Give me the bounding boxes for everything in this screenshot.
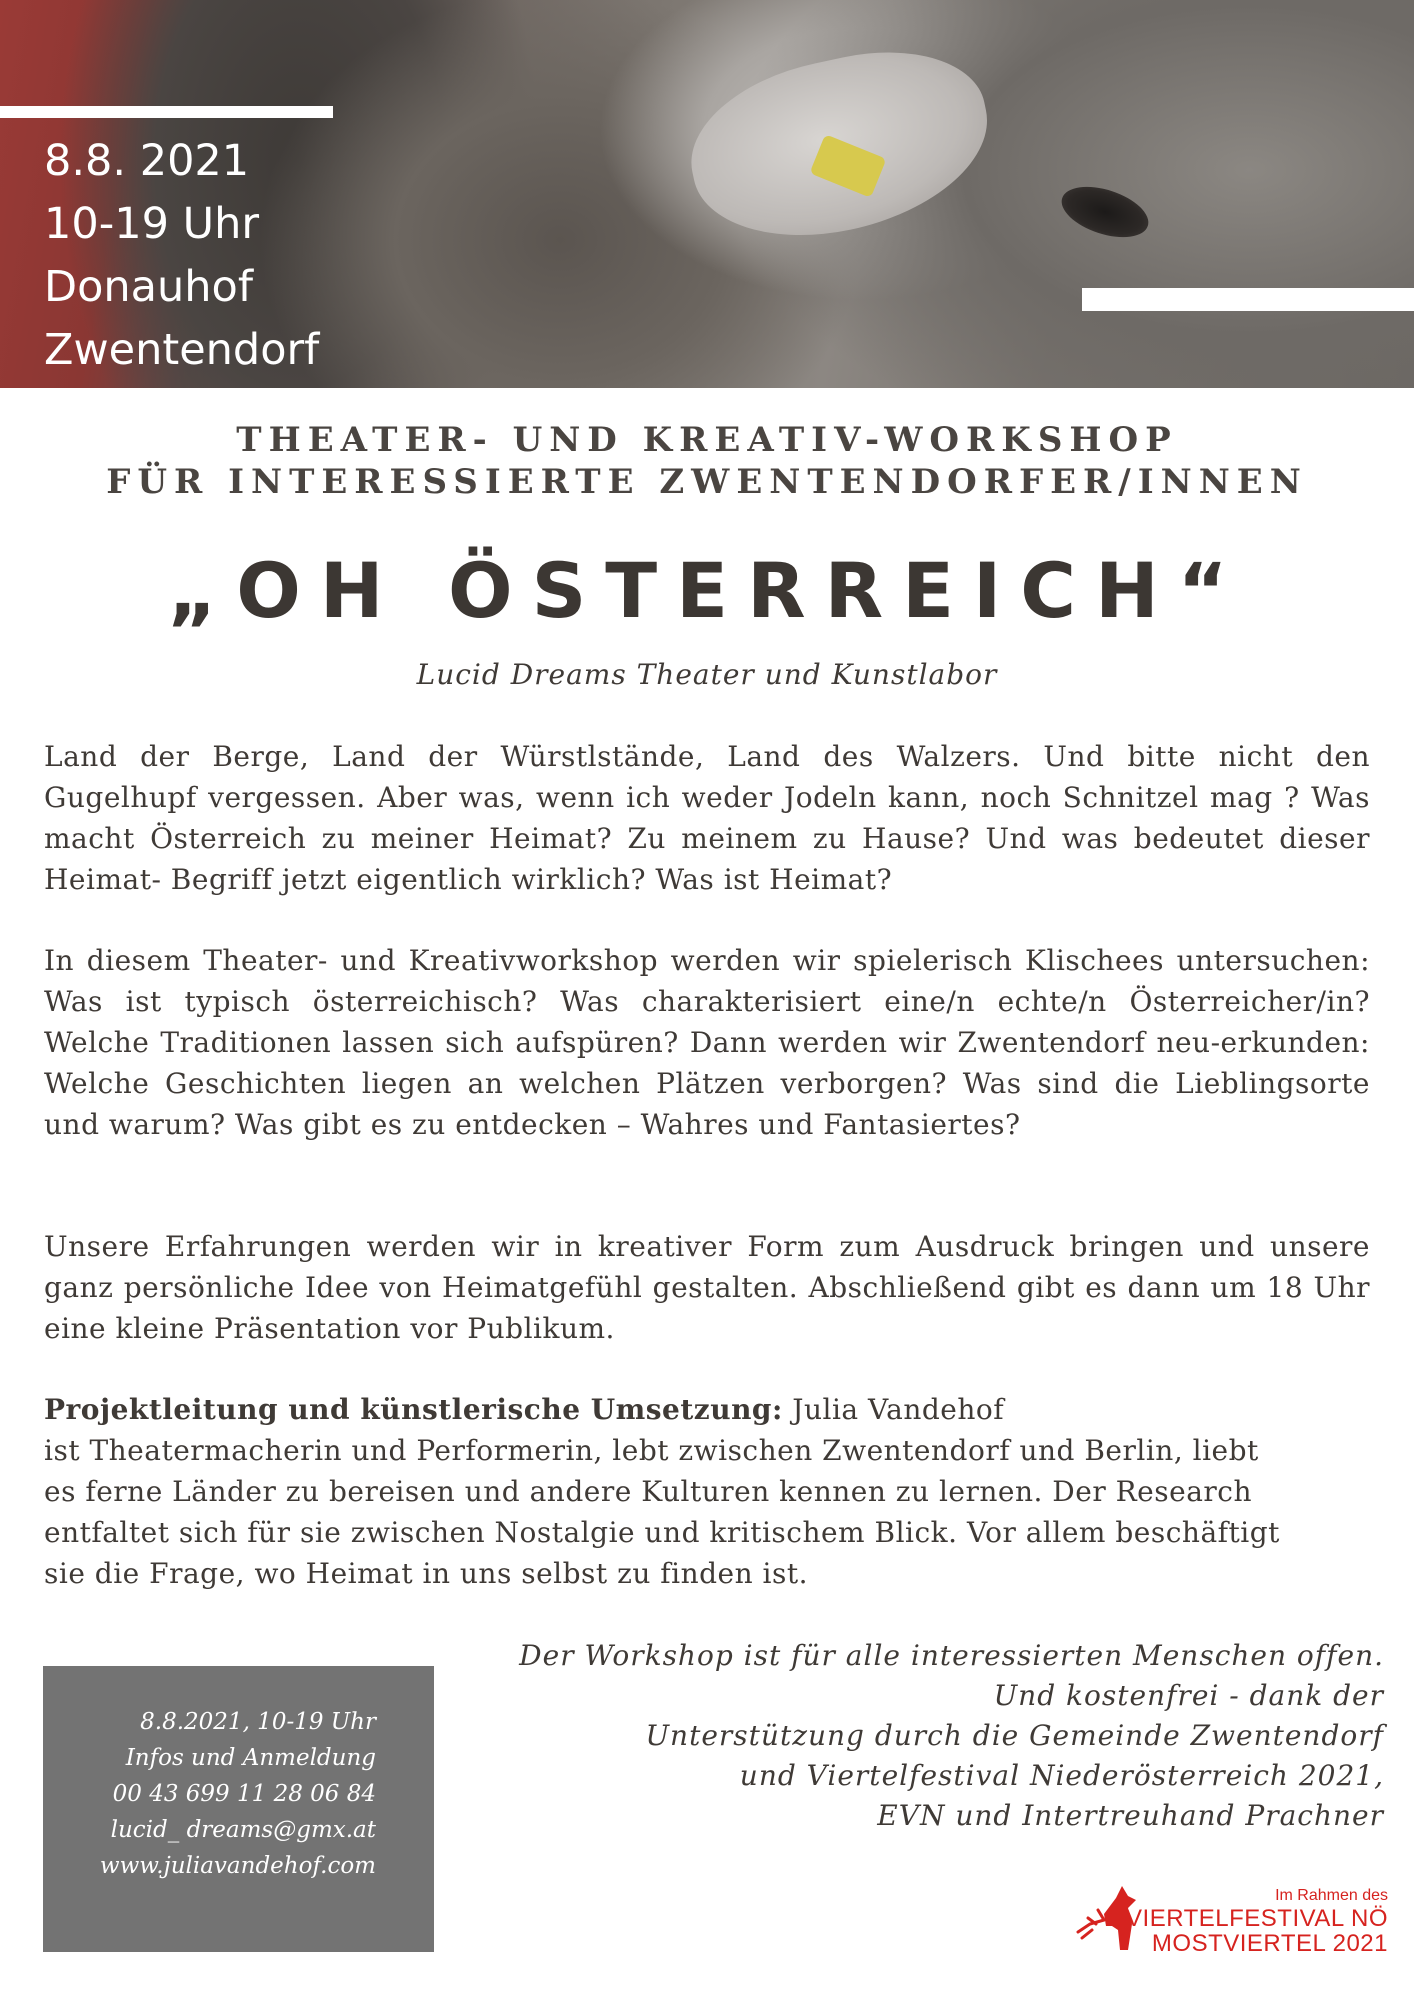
event-time: 10-19 Uhr — [44, 199, 260, 249]
sponsor-note: Der Workshop ist für alle interessierten… — [519, 1636, 1384, 1836]
bio-line: entfaltet sich für sie zwischen Nostalgi… — [44, 1516, 1280, 1549]
note-line: EVN und Intertreuhand Prachner — [877, 1799, 1384, 1832]
logo-caption: Im Rahmen des — [1275, 1887, 1388, 1904]
event-venue: Donauhof — [44, 262, 253, 312]
page-title: „OH ÖSTERREICH“ — [167, 546, 1247, 635]
bio-line: sie die Frage, wo Heimat in uns selbst z… — [44, 1557, 809, 1590]
contact-info-box: 8.8.2021, 10-19 Uhr Infos und Anmeldung … — [43, 1666, 434, 1952]
project-lead-section: Projektleitung und künstlerische Umsetzu… — [44, 1389, 1374, 1594]
organizer-credit: Lucid Dreams Theater und Kunstlabor — [416, 658, 998, 691]
project-lead-line: Projektleitung und künstlerische Umsetzu… — [44, 1389, 1374, 1430]
event-details: 8.8. 2021 10-19 Uhr Donauhof Zwentendorf — [44, 130, 319, 382]
festival-logo: Im Rahmen des VIERTELFESTIVAL NÖ MOSTVIE… — [1070, 1880, 1388, 1956]
contact-info-lines: 8.8.2021, 10-19 Uhr Infos und Anmeldung … — [100, 1704, 376, 1884]
note-line: Und kostenfrei - dank der — [993, 1679, 1384, 1712]
logo-festival-name: VIERTELFESTIVAL NÖ — [1126, 1905, 1388, 1932]
logo-festival-region: MOSTVIERTEL 2021 — [1151, 1930, 1388, 1957]
project-lead-label: Projektleitung und künstlerische Umsetzu… — [44, 1393, 772, 1426]
note-line: Unterstützung durch die Gemeinde Zwenten… — [645, 1719, 1384, 1752]
note-line: Der Workshop ist für alle interessierten… — [519, 1639, 1384, 1672]
contact-heading: Infos und Anmeldung — [125, 1745, 376, 1771]
paragraph-presentation: Unsere Erfahrungen werden wir in kreativ… — [44, 1230, 1370, 1345]
project-lead-name: Julia Vandehof — [782, 1393, 1005, 1426]
event-date: 8.8. 2021 — [44, 136, 250, 186]
hero-accent-bar-right — [1082, 288, 1414, 311]
project-lead-colon: : — [772, 1393, 783, 1426]
festival-logo-text: Im Rahmen des VIERTELFESTIVAL NÖ MOSTVIE… — [1126, 1886, 1388, 1956]
bio-line: es ferne Länder zu bereisen und andere K… — [44, 1475, 1252, 1508]
hero-accent-bar-top — [0, 106, 333, 118]
note-line: und Viertelfestival Niederösterreich 202… — [739, 1759, 1384, 1792]
contact-phone[interactable]: 00 43 699 11 28 06 84 — [100, 1776, 376, 1812]
cow-eye — [1055, 177, 1155, 247]
contact-date: 8.8.2021, 10-19 Uhr — [140, 1709, 376, 1735]
hero-photo: 8.8. 2021 10-19 Uhr Donauhof Zwentendorf — [0, 0, 1414, 388]
paragraph-intro: Land der Berge, Land der Würstlstände, L… — [44, 740, 1370, 896]
contact-email[interactable]: lucid_ dreams@gmx.at — [100, 1812, 376, 1848]
subtitle-line-2: FÜR INTERESSIERTE ZWENTENDORFER/INNEN — [106, 462, 1308, 502]
subtitle-line-1: THEATER- UND KREATIV-WORKSHOP — [236, 420, 1178, 460]
bio-line: ist Theatermacherin und Performerin, leb… — [44, 1434, 1259, 1467]
paragraph-workshop: In diesem Theater- und Kreativworkshop w… — [44, 944, 1370, 1141]
event-town: Zwentendorf — [44, 325, 320, 375]
contact-website[interactable]: www.juliavandehof.com — [100, 1848, 376, 1884]
